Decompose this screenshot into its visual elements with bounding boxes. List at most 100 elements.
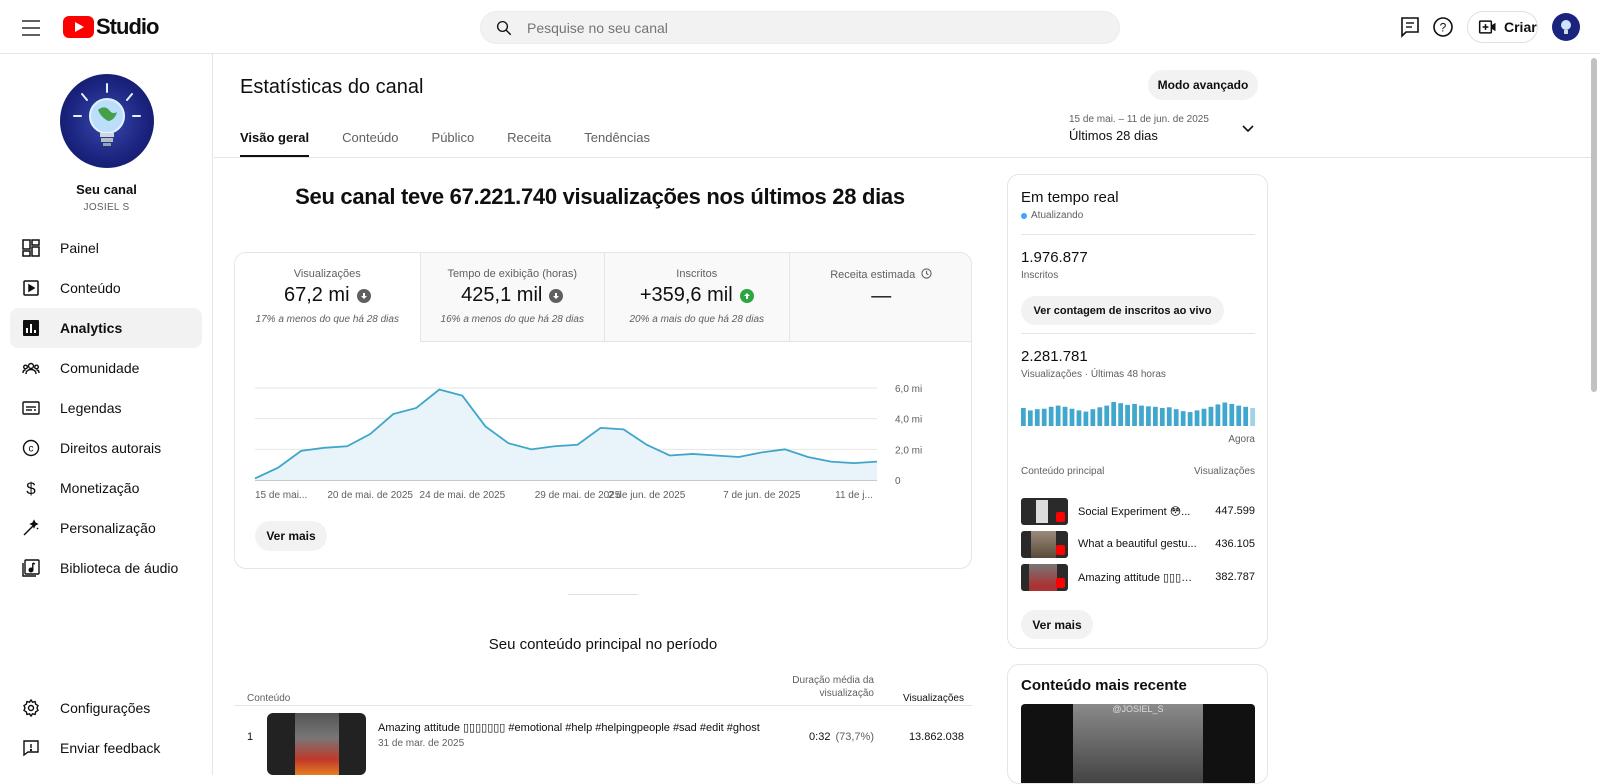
realtime-bar[interactable] xyxy=(1118,403,1124,426)
realtime-bar[interactable] xyxy=(1236,405,1242,426)
data-point[interactable] xyxy=(598,425,604,431)
realtime-bar[interactable] xyxy=(1187,412,1193,426)
data-point[interactable] xyxy=(436,387,442,393)
realtime-bar[interactable] xyxy=(1083,411,1089,426)
realtime-bar[interactable] xyxy=(1111,402,1117,426)
realtime-bar[interactable] xyxy=(1173,409,1179,426)
video-thumbnail[interactable] xyxy=(267,713,366,775)
realtime-bar[interactable] xyxy=(1021,408,1026,426)
page-scrollbar[interactable] xyxy=(1591,58,1597,392)
create-button[interactable]: Criar xyxy=(1467,11,1538,43)
col-avg-duration[interactable]: Duração média da visualização xyxy=(774,674,874,700)
realtime-bar[interactable] xyxy=(1048,406,1054,426)
list-item[interactable]: Social Experiment 😳... 447.599 xyxy=(1021,498,1255,526)
see-more-button[interactable]: Ver mais xyxy=(255,521,327,551)
realtime-bar[interactable] xyxy=(1250,408,1255,426)
sidebar-item-monetizacao[interactable]: $ Monetização xyxy=(10,468,202,508)
data-point[interactable] xyxy=(252,475,258,481)
realtime-bar[interactable] xyxy=(1062,406,1068,426)
realtime-bar[interactable] xyxy=(1180,411,1186,426)
advanced-mode-button[interactable]: Modo avançado xyxy=(1148,70,1258,100)
data-point[interactable] xyxy=(828,459,834,465)
data-point[interactable] xyxy=(667,452,673,458)
tab-revenue[interactable]: Receita xyxy=(507,122,551,157)
table-row[interactable]: 1 Amazing attitude ▯▯▯▯▯▯▯ #emotional #h… xyxy=(234,707,972,775)
realtime-bar[interactable] xyxy=(1139,405,1144,426)
metric-views[interactable]: Visualizações 67,2 mi 17% a menos do que… xyxy=(235,253,420,342)
data-point[interactable] xyxy=(344,443,350,449)
realtime-bar[interactable] xyxy=(1090,409,1096,426)
realtime-bar[interactable] xyxy=(1201,408,1207,426)
realtime-bar[interactable] xyxy=(1097,407,1103,426)
realtime-bar[interactable] xyxy=(1222,402,1228,426)
menu-icon[interactable] xyxy=(20,17,42,37)
realtime-bar-chart[interactable] xyxy=(1021,402,1255,426)
sidebar-item-comunidade[interactable]: Comunidade xyxy=(10,348,202,388)
data-point[interactable] xyxy=(505,440,511,446)
data-point[interactable] xyxy=(713,452,719,458)
data-point[interactable] xyxy=(482,423,488,429)
data-point[interactable] xyxy=(644,442,650,448)
help-icon[interactable]: ? xyxy=(1431,15,1455,39)
metric-subscribers[interactable]: Inscritos +359,6 mil 20% a mais do que h… xyxy=(604,253,789,342)
data-point[interactable] xyxy=(851,460,857,466)
data-point[interactable] xyxy=(736,454,742,460)
tab-audience[interactable]: Público xyxy=(432,122,475,157)
realtime-bar[interactable] xyxy=(1194,410,1200,426)
realtime-bar[interactable] xyxy=(1243,406,1249,426)
data-point[interactable] xyxy=(551,443,557,449)
realtime-bar[interactable] xyxy=(1069,408,1075,426)
search-input[interactable] xyxy=(527,18,1087,38)
realtime-bar[interactable] xyxy=(1166,407,1172,426)
channel-avatar[interactable] xyxy=(60,74,154,168)
realtime-bar[interactable] xyxy=(1104,405,1110,426)
data-point[interactable] xyxy=(874,459,880,465)
data-point[interactable] xyxy=(528,446,534,452)
realtime-bar[interactable] xyxy=(1034,409,1040,426)
data-point[interactable] xyxy=(275,465,281,471)
sidebar-item-configuracoes[interactable]: Configurações xyxy=(10,688,202,728)
data-point[interactable] xyxy=(367,431,373,437)
realtime-bar[interactable] xyxy=(1132,403,1137,426)
realtime-bar[interactable] xyxy=(1159,408,1165,426)
data-point[interactable] xyxy=(575,442,581,448)
sidebar-item-analytics[interactable]: Analytics xyxy=(10,308,202,348)
tab-content[interactable]: Conteúdo xyxy=(342,122,398,157)
realtime-bar[interactable] xyxy=(1055,405,1061,426)
data-point[interactable] xyxy=(298,448,304,454)
sidebar-item-conteudo[interactable]: Conteúdo xyxy=(10,268,202,308)
data-point[interactable] xyxy=(621,426,627,432)
list-item[interactable]: What a beautiful gestu... 436.105 xyxy=(1021,531,1255,559)
metric-revenue[interactable]: Receita estimada — xyxy=(788,253,971,342)
realtime-bar[interactable] xyxy=(1125,404,1130,426)
metric-watch-time[interactable]: Tempo de exibição (horas) 425,1 mil 16% … xyxy=(419,253,604,342)
col-views[interactable]: Visualizações xyxy=(884,693,964,704)
account-avatar[interactable] xyxy=(1552,13,1580,41)
comments-icon[interactable] xyxy=(1398,15,1422,39)
realtime-bar[interactable] xyxy=(1208,406,1214,426)
sidebar-item-painel[interactable]: Painel xyxy=(10,228,202,268)
realtime-bar[interactable] xyxy=(1215,404,1221,426)
sidebar-item-legendas[interactable]: Legendas xyxy=(10,388,202,428)
realtime-see-more-button[interactable]: Ver mais xyxy=(1021,610,1093,639)
data-point[interactable] xyxy=(690,451,696,457)
data-point[interactable] xyxy=(782,446,788,452)
tab-trends[interactable]: Tendências xyxy=(584,122,650,157)
data-point[interactable] xyxy=(413,405,419,411)
search-box[interactable] xyxy=(480,11,1120,44)
realtime-bar[interactable] xyxy=(1027,410,1033,426)
data-point[interactable] xyxy=(321,445,327,451)
sidebar-item-direitos-autorais[interactable]: c Direitos autorais xyxy=(10,428,202,468)
data-point[interactable] xyxy=(459,393,465,399)
list-item[interactable]: Amazing attitude ▯▯▯▯▯... 382.787 xyxy=(1021,564,1255,592)
video-title[interactable]: Amazing attitude ▯▯▯▯▯▯▯ #emotional #hel… xyxy=(378,721,760,734)
data-point[interactable] xyxy=(390,411,396,417)
data-point[interactable] xyxy=(805,454,811,460)
date-range[interactable]: 15 de mai. – 11 de jun. de 2025 xyxy=(1069,114,1209,125)
tab-overview[interactable]: Visão geral xyxy=(240,122,310,157)
realtime-bar[interactable] xyxy=(1076,410,1082,426)
realtime-bar[interactable] xyxy=(1041,408,1047,426)
recent-video-thumbnail[interactable]: @JOSIEL_S xyxy=(1021,704,1255,783)
chevron-down-icon[interactable] xyxy=(1241,122,1255,136)
realtime-bar[interactable] xyxy=(1146,406,1151,426)
